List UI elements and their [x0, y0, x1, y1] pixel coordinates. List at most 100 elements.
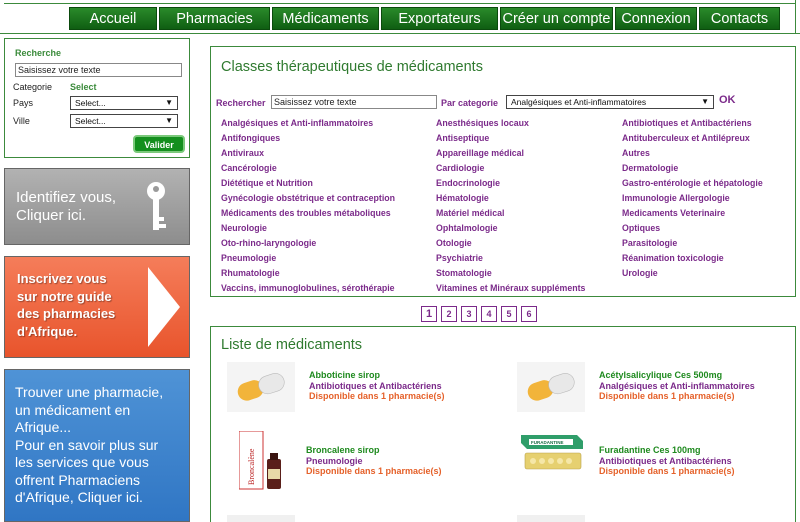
class-link[interactable]: Cancérologie — [221, 161, 395, 176]
nav-contacts[interactable]: Contacts — [699, 7, 780, 30]
main-nav: Accueil Pharmacies Médicaments Exportate… — [69, 7, 780, 30]
medicines-list-panel: Liste de médicaments Abboticine sirop An… — [210, 326, 796, 522]
medicine-card[interactable]: Abboticine sirop Antibiotiques et Antiba… — [227, 362, 497, 412]
city-select[interactable]: Select... ▼ — [70, 114, 178, 128]
identify-promo[interactable]: Identifiez vous, Cliquer ici. — [4, 168, 190, 245]
capsule-icon — [227, 362, 295, 412]
page-1[interactable]: 1 — [421, 306, 437, 322]
class-link[interactable]: Anesthésiques locaux — [436, 116, 585, 131]
medicine-card[interactable]: Acétylsalicylique Ces 500mg Analgésiques… — [517, 362, 793, 412]
medicine-category: Analgésiques et Anti-inflammatoires — [599, 381, 755, 391]
class-link[interactable]: Otologie — [436, 236, 585, 251]
class-link[interactable]: Autres — [622, 146, 763, 161]
medicine-category: Antibiotiques et Antibactériens — [309, 381, 442, 391]
page-6[interactable]: 6 — [521, 306, 537, 322]
medicine-name[interactable]: Acétylsalicylique Ces 500mg — [599, 370, 722, 380]
class-link[interactable]: Medicaments Veterinaire — [622, 206, 763, 221]
class-link[interactable]: Oto-rhino-laryngologie — [221, 236, 395, 251]
medicine-card[interactable]: Broncalène Broncalene sirop Pneumologie … — [227, 431, 497, 491]
medicine-availability: Disponible dans 1 pharmacie(s) — [306, 466, 442, 476]
nav-medicaments[interactable]: Médicaments — [272, 7, 379, 30]
class-link[interactable]: Gastro-entérologie et hépatologie — [622, 176, 763, 191]
category-select-link[interactable]: Select — [70, 82, 97, 92]
class-link[interactable]: Ophtalmologie — [436, 221, 585, 236]
class-link[interactable]: Analgésiques et Anti-inflammatoires — [221, 116, 395, 131]
class-link[interactable]: Réanimation toxicologie — [622, 251, 763, 266]
class-link[interactable]: Hématologie — [436, 191, 585, 206]
page-5[interactable]: 5 — [501, 306, 517, 322]
page-2[interactable]: 2 — [441, 306, 457, 322]
register-text: Inscrivez vous sur notre guide des pharm… — [17, 270, 115, 340]
dropdown-arrow-icon: ▼ — [701, 97, 709, 106]
arrow-right-icon — [148, 267, 180, 347]
classes-category-select[interactable]: Analgésiques et Anti-inflammatoires ▼ — [506, 95, 714, 109]
class-link[interactable]: Antibiotiques et Antibactériens — [622, 116, 763, 131]
class-link[interactable]: Immunologie Allergologie — [622, 191, 763, 206]
medicine-thumbnail-partial — [517, 515, 585, 522]
find-text: Trouver une pharmacie, un médicament en … — [15, 384, 163, 507]
class-link[interactable]: Neurologie — [221, 221, 395, 236]
nav-creer-compte[interactable]: Créer un compte — [500, 7, 613, 30]
class-link[interactable]: Stomatologie — [436, 266, 585, 281]
find-line: les services que vous — [15, 454, 149, 470]
medicine-category: Pneumologie — [306, 456, 363, 466]
class-link[interactable]: Matériel médical — [436, 206, 585, 221]
classes-category-value: Analgésiques et Anti-inflammatoires — [511, 97, 647, 107]
class-link[interactable]: Vitamines et Minéraux suppléments — [436, 281, 585, 296]
classes-column-3: Antibiotiques et Antibactériens Antituber… — [622, 116, 763, 281]
category-label: Categorie — [13, 82, 53, 92]
city-label: Ville — [13, 116, 30, 126]
class-link[interactable]: Appareillage médical — [436, 146, 585, 161]
search-title: Recherche — [15, 48, 62, 58]
classes-title: Classes thérapeutiques de médicaments — [221, 59, 483, 75]
class-link[interactable]: Rhumatologie — [221, 266, 395, 281]
class-link[interactable]: Antituberculeux et Antilépreux — [622, 131, 763, 146]
valider-button[interactable]: Valider — [133, 135, 185, 153]
top-bar: Accueil Pharmacies Médicaments Exportate… — [0, 0, 800, 34]
pill-box-icon: FURADANTINE — [521, 435, 583, 470]
class-link[interactable]: Pneumologie — [221, 251, 395, 266]
search-input[interactable] — [15, 63, 182, 77]
medicine-card[interactable]: FURADANTINE Furadantine Ces 100mg Antibi… — [517, 431, 793, 481]
medicine-name[interactable]: Abboticine sirop — [309, 370, 380, 380]
class-link[interactable]: Psychiatrie — [436, 251, 585, 266]
class-link[interactable]: Diététique et Nutrition — [221, 176, 395, 191]
class-link[interactable]: Gynécologie obstétrique et contraception — [221, 191, 395, 206]
register-line3: des pharmacies — [17, 306, 116, 321]
class-link[interactable]: Cardiologie — [436, 161, 585, 176]
nav-accueil[interactable]: Accueil — [69, 7, 157, 30]
class-link[interactable]: Médicaments des troubles métaboliques — [221, 206, 395, 221]
nav-exportateurs[interactable]: Exportateurs — [381, 7, 498, 30]
find-line: Pour en savoir plus sur — [15, 436, 159, 453]
ok-button[interactable]: OK — [719, 94, 736, 106]
class-link[interactable]: Vaccins, immunoglobulines, sérothérapie — [221, 281, 395, 296]
medicine-thumbnail-partial — [227, 515, 295, 522]
dropdown-arrow-icon: ▼ — [165, 98, 173, 107]
class-link[interactable]: Antiviraux — [221, 146, 395, 161]
medicine-name[interactable]: Broncalene sirop — [306, 445, 380, 455]
register-line4: d'Afrique. — [17, 323, 78, 339]
class-link[interactable]: Dermatologie — [622, 161, 763, 176]
class-link[interactable]: Antiseptique — [436, 131, 585, 146]
class-link[interactable]: Urologie — [622, 266, 763, 281]
classes-search-input[interactable] — [271, 95, 437, 109]
nav-pharmacies[interactable]: Pharmacies — [159, 7, 270, 30]
identify-line1: Identifiez vous, — [16, 189, 117, 206]
medicine-name[interactable]: Furadantine Ces 100mg — [599, 445, 701, 455]
page-3[interactable]: 3 — [461, 306, 477, 322]
page-4[interactable]: 4 — [481, 306, 497, 322]
nav-connexion[interactable]: Connexion — [615, 7, 697, 30]
country-select[interactable]: Select... ▼ — [70, 96, 178, 110]
classes-column-2: Anesthésiques locaux Antiseptique Appareil… — [436, 116, 585, 296]
top-rule — [4, 0, 796, 4]
dropdown-arrow-icon: ▼ — [165, 116, 173, 125]
class-link[interactable]: Optiques — [622, 221, 763, 236]
find-promo[interactable]: Trouver une pharmacie, un médicament en … — [4, 369, 190, 522]
box-text: FURADANTINE — [531, 440, 564, 445]
par-categorie-label: Par categorie — [441, 98, 499, 108]
class-link[interactable]: Endocrinologie — [436, 176, 585, 191]
medicines-title: Liste de médicaments — [221, 337, 363, 353]
class-link[interactable]: Parasitologie — [622, 236, 763, 251]
class-link[interactable]: Antifongiques — [221, 131, 395, 146]
register-promo[interactable]: Inscrivez vous sur notre guide des pharm… — [4, 256, 190, 358]
